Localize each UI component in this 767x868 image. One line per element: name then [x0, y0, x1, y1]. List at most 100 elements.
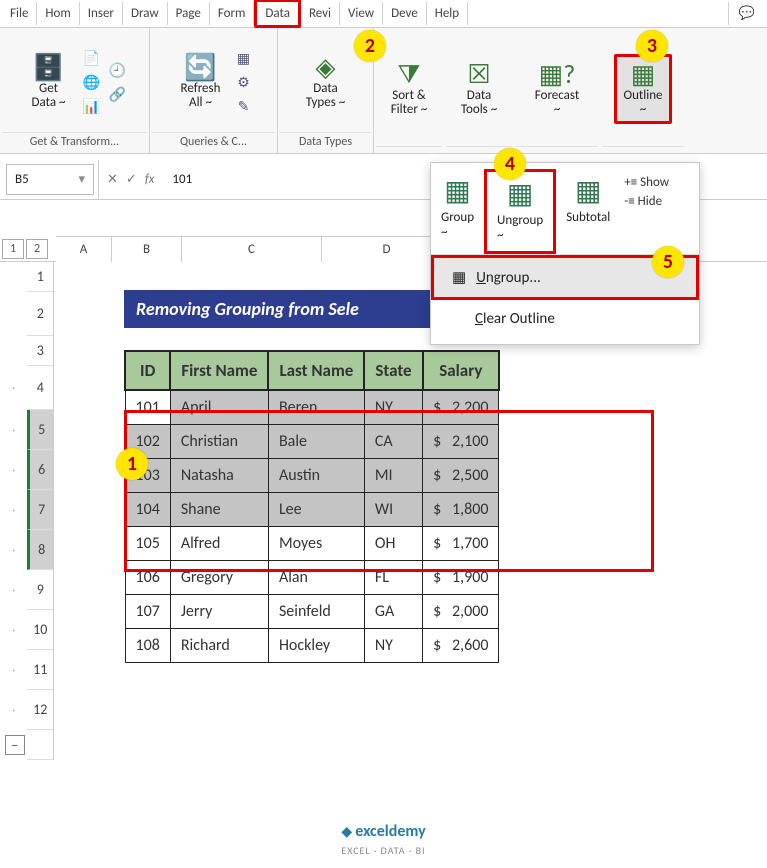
cell[interactable]: Alan	[268, 561, 364, 595]
tab-view[interactable]: View	[340, 2, 383, 25]
cell[interactable]: Alfred	[170, 527, 268, 561]
cell[interactable]: Natasha	[170, 459, 268, 493]
outline-level-2[interactable]: 2	[26, 239, 48, 259]
cell[interactable]: FL	[364, 561, 422, 595]
tab-page[interactable]: Page	[168, 2, 210, 25]
cell[interactable]: 105	[125, 527, 170, 561]
cell[interactable]: $ 2,000	[423, 595, 499, 629]
row-10[interactable]: 10	[27, 610, 53, 650]
cell[interactable]: Moyes	[268, 527, 364, 561]
get-data-button[interactable]: 🗄️ GetData ~	[21, 50, 77, 115]
outline-button[interactable]: ▦ Outline~	[614, 54, 671, 125]
row-4[interactable]: 4	[27, 366, 53, 410]
cell[interactable]: Shane	[170, 493, 268, 527]
cell[interactable]: NY	[364, 390, 422, 425]
row-6[interactable]: 6	[27, 450, 53, 490]
refresh-all-button[interactable]: 🔄 RefreshAll ~	[173, 50, 229, 115]
row-12[interactable]: 12	[27, 690, 53, 730]
row-11[interactable]: 11	[27, 650, 53, 690]
cell[interactable]: Bale	[268, 425, 364, 459]
cell[interactable]: Hockley	[268, 629, 364, 663]
cell[interactable]: GA	[364, 595, 422, 629]
data-tools-button[interactable]: ☒ DataTools ~	[451, 57, 507, 122]
existing-conn-icon[interactable]: 🔗	[107, 83, 129, 105]
tab-insert[interactable]: Inser	[80, 2, 123, 25]
ungroup-button[interactable]: ▦ Ungroup~	[484, 169, 556, 254]
tab-developer[interactable]: Deve	[383, 2, 427, 25]
properties-icon[interactable]: ⚙	[233, 71, 255, 93]
tab-draw[interactable]: Draw	[123, 2, 168, 25]
row-5[interactable]: 5	[27, 410, 53, 450]
cell[interactable]: OH	[364, 527, 422, 561]
row-8[interactable]: 8	[27, 530, 53, 570]
table-row[interactable]: 107JerrySeinfeldGA$ 2,000	[125, 595, 499, 629]
outline-collapse[interactable]: −	[5, 735, 25, 755]
cell[interactable]: 108	[125, 629, 170, 663]
cell[interactable]: 104	[125, 493, 170, 527]
hide-detail[interactable]: -≡ Hide	[624, 194, 669, 209]
header-last[interactable]: Last Name	[268, 351, 364, 390]
name-box[interactable]: B5 ▾	[6, 164, 94, 195]
fx-icon[interactable]: fx	[145, 172, 155, 187]
cell[interactable]: Richard	[170, 629, 268, 663]
table-row[interactable]: 101AprilBerenNY$ 2,200	[125, 390, 499, 425]
table-row[interactable]: 105AlfredMoyesOH$ 1,700	[125, 527, 499, 561]
cancel-icon[interactable]: ✕	[107, 172, 118, 187]
outline-level-1[interactable]: 1	[2, 239, 24, 259]
row-9[interactable]: 9	[27, 570, 53, 610]
header-salary[interactable]: Salary	[423, 351, 499, 390]
col-header-c[interactable]: C	[182, 236, 322, 262]
tab-home[interactable]: Hom	[37, 2, 79, 25]
enter-icon[interactable]: ✓	[126, 172, 137, 187]
cell[interactable]: $ 1,700	[423, 527, 499, 561]
cell[interactable]: 106	[125, 561, 170, 595]
forecast-button[interactable]: ▦? Forecast~	[529, 57, 585, 122]
row-2[interactable]: 2	[27, 292, 53, 336]
cell[interactable]: Gregory	[170, 561, 268, 595]
edit-links-icon[interactable]: ✎	[233, 95, 255, 117]
row-1[interactable]: 1	[27, 262, 53, 292]
cell[interactable]: Austin	[268, 459, 364, 493]
header-id[interactable]: ID	[125, 351, 170, 390]
from-table-icon[interactable]: 📊	[81, 95, 103, 117]
cell[interactable]: Lee	[268, 493, 364, 527]
cell[interactable]: $ 1,800	[423, 493, 499, 527]
from-text-icon[interactable]: 📄	[81, 47, 103, 69]
cell[interactable]: $ 2,600	[423, 629, 499, 663]
show-detail[interactable]: +≡ Show	[624, 175, 669, 190]
cell[interactable]: $ 2,500	[423, 459, 499, 493]
cell[interactable]: April	[170, 390, 268, 425]
header-first[interactable]: First Name	[170, 351, 268, 390]
table-row[interactable]: 102ChristianBaleCA$ 2,100	[125, 425, 499, 459]
tab-help[interactable]: Help	[427, 2, 468, 25]
tab-review[interactable]: Revi	[301, 2, 340, 25]
cell[interactable]: Jerry	[170, 595, 268, 629]
tab-formulas[interactable]: Form	[210, 2, 255, 25]
cell[interactable]: $ 2,200	[423, 390, 499, 425]
comments-icon[interactable]: 💬	[728, 2, 765, 25]
table-row[interactable]: 106GregoryAlanFL$ 1,900	[125, 561, 499, 595]
cell[interactable]: 101	[125, 390, 170, 425]
recent-sources-icon[interactable]: 🕘	[107, 59, 129, 81]
col-header-a[interactable]: A	[56, 236, 112, 262]
cell[interactable]: $ 2,100	[423, 425, 499, 459]
cell[interactable]: MI	[364, 459, 422, 493]
group-button[interactable]: ▦ Group~	[431, 169, 484, 248]
menu-clear-outline[interactable]: Clear Outline	[431, 300, 699, 338]
cell[interactable]: NY	[364, 629, 422, 663]
cell[interactable]: $ 1,900	[423, 561, 499, 595]
sort-filter-button[interactable]: ⧩ Sort &Filter ~	[381, 57, 437, 122]
cell[interactable]: CA	[364, 425, 422, 459]
row-7[interactable]: 7	[27, 490, 53, 530]
row-3[interactable]: 3	[27, 336, 53, 366]
tab-data[interactable]: Data	[254, 0, 301, 28]
data-types-button[interactable]: ◈ DataTypes ~	[298, 50, 354, 115]
header-state[interactable]: State	[364, 351, 422, 390]
cell[interactable]: WI	[364, 493, 422, 527]
cell[interactable]: Beren	[268, 390, 364, 425]
cell[interactable]: 107	[125, 595, 170, 629]
cell[interactable]: Christian	[170, 425, 268, 459]
col-header-b[interactable]: B	[112, 236, 182, 262]
table-row[interactable]: 104ShaneLeeWI$ 1,800	[125, 493, 499, 527]
chevron-down-icon[interactable]: ▾	[78, 172, 85, 187]
